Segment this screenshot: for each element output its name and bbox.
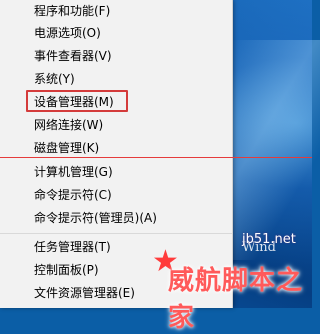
menu-item-label: 电源选项(O) [34,26,101,40]
menu-item-label: 网络连接(W) [34,118,104,132]
device-manager-highlight-box [26,90,128,112]
menu-item-label: 控制面板(P) [34,263,99,277]
watermark-text: 威航脚本之家 [168,266,304,333]
menu-item-power-options[interactable]: 电源选项(O) [0,22,232,44]
menu-item-event-viewer[interactable]: 事件查看器(V) [0,45,232,67]
menu-item-command-prompt-admin[interactable]: 命令提示符(管理员)(A) [0,207,232,229]
menu-item-label: 计算机管理(G) [34,165,113,179]
menu-item-label: 系统(Y) [34,72,75,86]
watermark: ★ jb51.net 威航脚本之家 [150,230,312,333]
menu-item-label: 事件查看器(V) [34,49,112,63]
menu-item-network-connections[interactable]: 网络连接(W) [0,114,232,136]
menu-item-system[interactable]: 系统(Y) [0,68,232,90]
red-divider-line [0,157,312,158]
menu-item-label: 命令提示符(管理员)(A) [34,211,157,225]
menu-item-label: 磁盘管理(K) [34,141,100,155]
menu-item-label: 文件资源管理器(E) [34,286,135,300]
watermark-url: jb51.net [242,232,296,247]
menu-item-disk-management[interactable]: 磁盘管理(K) [0,137,232,159]
menu-item-label: 任务管理器(T) [34,240,111,254]
menu-item-command-prompt[interactable]: 命令提示符(C) [0,184,232,206]
menu-item-label: 命令提示符(C) [34,188,112,202]
menu-item-computer-management[interactable]: 计算机管理(G) [0,161,232,183]
menu-item-programs-features[interactable]: 程序和功能(F) [0,0,232,22]
menu-item-label: 程序和功能(F) [34,4,111,18]
